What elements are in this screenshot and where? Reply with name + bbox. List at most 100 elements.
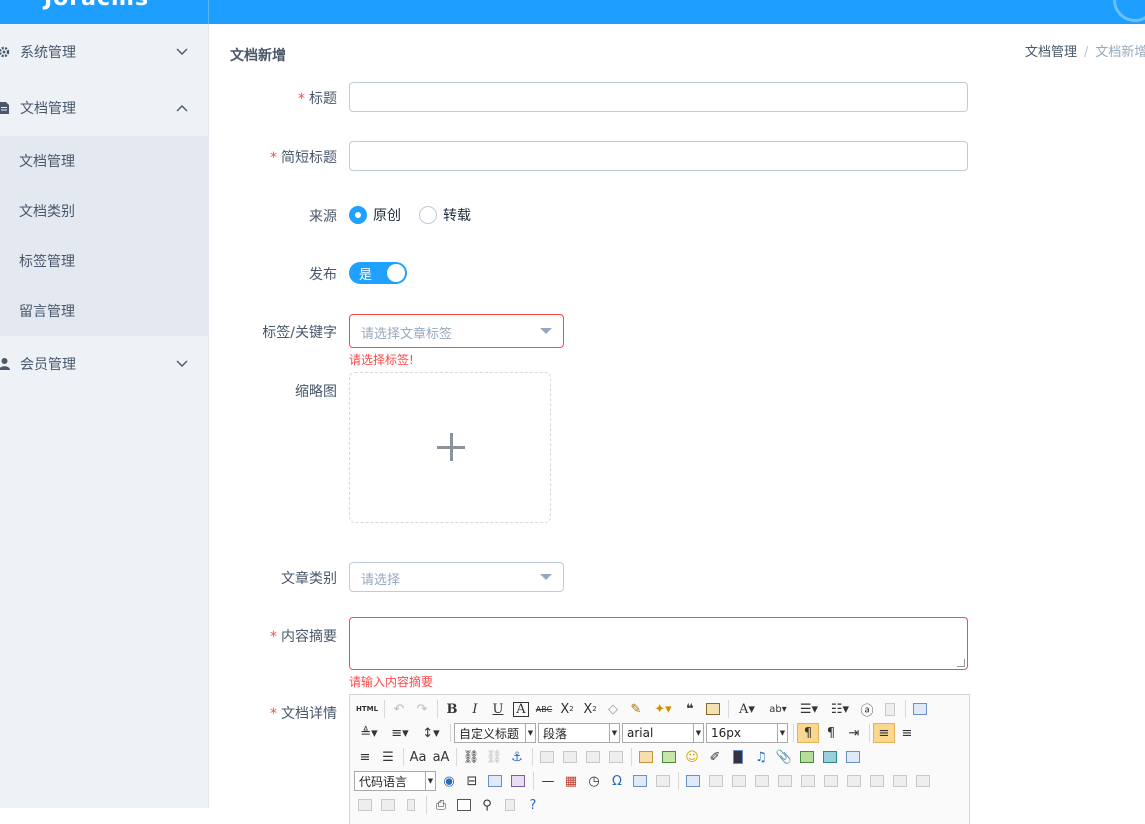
avatar[interactable]: [1113, 0, 1145, 22]
format-painter-icon[interactable]: ✎: [625, 699, 647, 719]
summary-textarea[interactable]: [349, 617, 968, 670]
ordered-list-icon[interactable]: ☰▾: [794, 699, 824, 719]
delete-row-icon[interactable]: [774, 771, 796, 791]
template-icon[interactable]: ◉: [438, 771, 460, 791]
tags-select[interactable]: 请选择文章标签: [349, 314, 564, 348]
unlink-icon[interactable]: ⛓: [483, 747, 505, 767]
delete-col-icon[interactable]: [820, 771, 842, 791]
delete-table-icon[interactable]: [705, 771, 727, 791]
publish-switch[interactable]: 是: [349, 262, 407, 284]
row-spacing-top-icon[interactable]: ≜▾: [354, 723, 384, 743]
uppercase-icon[interactable]: Aa: [407, 747, 429, 767]
underline-icon[interactable]: U: [487, 699, 509, 719]
font-size-select[interactable]: 16px ▼: [706, 723, 788, 743]
sidebar-item-system[interactable]: 系统管理: [0, 24, 209, 80]
thumbnail-uploader[interactable]: [349, 372, 551, 523]
paste-text-icon[interactable]: [702, 699, 724, 719]
row-spacing-bottom-icon[interactable]: ≡▾: [385, 723, 415, 743]
split-cells-icon[interactable]: [912, 771, 934, 791]
title-input[interactable]: [349, 82, 968, 112]
merge-down-icon[interactable]: [889, 771, 911, 791]
time-icon[interactable]: ◷: [583, 771, 605, 791]
draft-icon[interactable]: [499, 795, 521, 815]
wordimage-icon[interactable]: [652, 771, 674, 791]
music-icon[interactable]: ♫: [750, 747, 772, 767]
source-radio-original[interactable]: 原创: [349, 205, 401, 225]
bold-icon[interactable]: B: [441, 699, 463, 719]
ltr-direction-icon[interactable]: ¶: [797, 723, 819, 743]
font-color-icon[interactable]: A▾: [732, 699, 762, 719]
image-center-icon[interactable]: [605, 747, 627, 767]
resize-grip-icon[interactable]: [957, 659, 965, 667]
help-icon[interactable]: ?: [522, 795, 544, 815]
page-break-icon[interactable]: ⊟: [461, 771, 483, 791]
redo-icon[interactable]: ↷: [411, 699, 433, 719]
breadcrumb-item-parent[interactable]: 文档管理: [1025, 45, 1077, 60]
gmap-icon[interactable]: [819, 747, 841, 767]
merge-cells-icon[interactable]: [843, 771, 865, 791]
align-center-icon[interactable]: ≡: [896, 723, 918, 743]
eraser-icon[interactable]: ◇: [602, 699, 624, 719]
rtl-direction-icon[interactable]: ¶: [820, 723, 842, 743]
insert-paragraph-before-table-icon[interactable]: [728, 771, 750, 791]
source-radio-reprint[interactable]: 转载: [419, 205, 471, 225]
strikethrough-icon[interactable]: ABC: [533, 699, 555, 719]
font-family-select[interactable]: arial ▼: [622, 723, 704, 743]
horizontal-rule-icon[interactable]: —: [537, 771, 559, 791]
caret-down-icon: ▼: [777, 724, 787, 742]
insert-col-icon[interactable]: [797, 771, 819, 791]
image-right-icon[interactable]: [582, 747, 604, 767]
preview-icon[interactable]: [909, 699, 931, 719]
auto-format-icon[interactable]: ✦▾: [648, 699, 678, 719]
line-height-icon[interactable]: ↕▾: [416, 723, 446, 743]
background-icon[interactable]: [484, 771, 506, 791]
search-replace-icon[interactable]: ⚲: [476, 795, 498, 815]
code-language-select[interactable]: 代码语言 ▼: [354, 771, 436, 791]
heading-select[interactable]: 自定义标题 ▼: [454, 723, 536, 743]
insert-table-icon[interactable]: [682, 771, 704, 791]
image-none-icon[interactable]: [536, 747, 558, 767]
align-right-icon[interactable]: ≡: [354, 747, 376, 767]
blockquote-icon[interactable]: ❝: [679, 699, 701, 719]
sidebar-item-label: 系统管理: [20, 45, 76, 61]
attachment-icon[interactable]: 📎: [773, 747, 795, 767]
align-justify-icon[interactable]: ☰: [377, 747, 399, 767]
link-icon[interactable]: ⛓: [460, 747, 482, 767]
insert-video-icon[interactable]: [727, 747, 749, 767]
emotion-icon[interactable]: ☺: [681, 747, 703, 767]
insert-row-icon[interactable]: [751, 771, 773, 791]
insert-code-icon[interactable]: [507, 771, 529, 791]
lowercase-icon[interactable]: aA: [430, 747, 452, 767]
select-all-icon[interactable]: ⓐ: [856, 699, 878, 719]
superscript-icon[interactable]: X2: [556, 699, 578, 719]
insert-frame-icon[interactable]: [842, 747, 864, 767]
category-select[interactable]: 请选择: [349, 562, 564, 592]
date-icon[interactable]: ▦: [560, 771, 582, 791]
paragraph-select[interactable]: 段落 ▼: [538, 723, 620, 743]
print-preview-icon[interactable]: [453, 795, 475, 815]
image-left-icon[interactable]: [559, 747, 581, 767]
insert-image-icon[interactable]: [658, 747, 680, 767]
clear-document-icon[interactable]: [879, 699, 901, 719]
font-border-icon[interactable]: A: [510, 699, 532, 719]
background-color-icon[interactable]: ab▾: [763, 699, 793, 719]
simple-upload-icon[interactable]: [635, 747, 657, 767]
align-left-icon[interactable]: ≡: [873, 723, 895, 743]
anchor-icon[interactable]: ⚓: [506, 747, 528, 767]
html-source-button[interactable]: HTML: [354, 699, 380, 719]
undo-icon[interactable]: ↶: [388, 699, 410, 719]
indent-icon[interactable]: ⇥: [843, 723, 865, 743]
subscript-icon[interactable]: X2: [579, 699, 601, 719]
split-cols-icon[interactable]: [377, 795, 399, 815]
chart-icon[interactable]: [400, 795, 422, 815]
split-rows-icon[interactable]: [354, 795, 376, 815]
merge-right-icon[interactable]: [866, 771, 888, 791]
map-icon[interactable]: [796, 747, 818, 767]
snapscreen-icon[interactable]: [629, 771, 651, 791]
special-chars-icon[interactable]: Ω: [606, 771, 628, 791]
italic-icon[interactable]: I: [464, 699, 486, 719]
unordered-list-icon[interactable]: ☷▾: [825, 699, 855, 719]
short-title-input[interactable]: [349, 141, 968, 171]
scrawl-icon[interactable]: ✐: [704, 747, 726, 767]
print-icon[interactable]: ⎙: [430, 795, 452, 815]
